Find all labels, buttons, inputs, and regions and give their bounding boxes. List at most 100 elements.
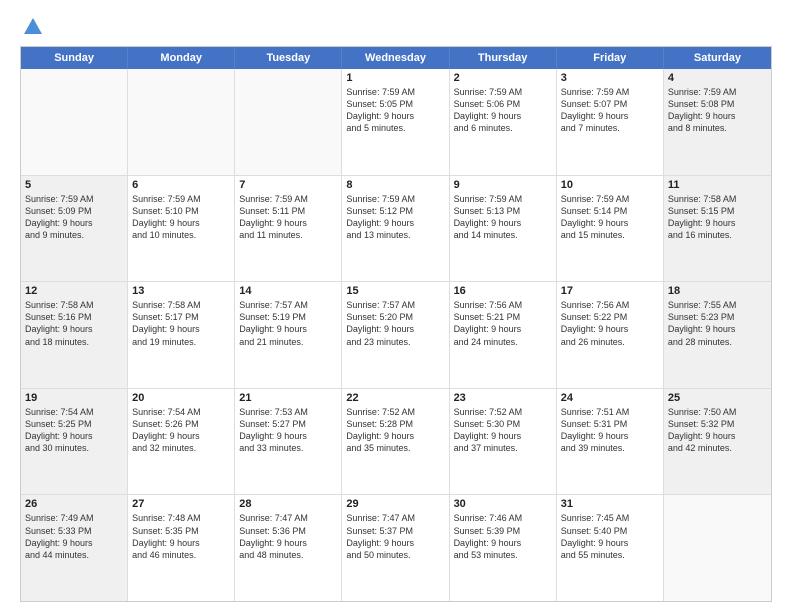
cell-info-line: Sunset: 5:40 PM xyxy=(561,525,659,537)
cell-info-line: Daylight: 9 hours xyxy=(132,217,230,229)
cell-info-line: and 5 minutes. xyxy=(346,122,444,134)
cell-info-line: Daylight: 9 hours xyxy=(25,217,123,229)
calendar-cell: 16Sunrise: 7:56 AMSunset: 5:21 PMDayligh… xyxy=(450,282,557,388)
calendar-cell: 21Sunrise: 7:53 AMSunset: 5:27 PMDayligh… xyxy=(235,389,342,495)
cell-info-line: Sunset: 5:12 PM xyxy=(346,205,444,217)
cell-info-line: Daylight: 9 hours xyxy=(454,217,552,229)
day-number: 13 xyxy=(132,285,230,297)
day-number: 19 xyxy=(25,392,123,404)
cell-info-line: and 39 minutes. xyxy=(561,442,659,454)
day-number: 23 xyxy=(454,392,552,404)
cell-info-line: Sunset: 5:17 PM xyxy=(132,311,230,323)
cell-info-line: and 53 minutes. xyxy=(454,549,552,561)
calendar-cell: 15Sunrise: 7:57 AMSunset: 5:20 PMDayligh… xyxy=(342,282,449,388)
calendar-header-cell: Monday xyxy=(128,47,235,69)
cell-info-line: Sunrise: 7:54 AM xyxy=(25,406,123,418)
calendar-cell: 1Sunrise: 7:59 AMSunset: 5:05 PMDaylight… xyxy=(342,69,449,175)
day-number: 18 xyxy=(668,285,767,297)
cell-info-line: Daylight: 9 hours xyxy=(346,430,444,442)
cell-info-line: Sunset: 5:19 PM xyxy=(239,311,337,323)
cell-info-line: Daylight: 9 hours xyxy=(561,430,659,442)
calendar-cell xyxy=(128,69,235,175)
calendar-cell: 31Sunrise: 7:45 AMSunset: 5:40 PMDayligh… xyxy=(557,495,664,601)
day-number: 7 xyxy=(239,179,337,191)
cell-info-line: Daylight: 9 hours xyxy=(561,110,659,122)
cell-info-line: Sunset: 5:37 PM xyxy=(346,525,444,537)
cell-info-line: Daylight: 9 hours xyxy=(239,217,337,229)
calendar-week-row: 19Sunrise: 7:54 AMSunset: 5:25 PMDayligh… xyxy=(21,389,771,496)
cell-info-line: and 15 minutes. xyxy=(561,229,659,241)
calendar-cell: 17Sunrise: 7:56 AMSunset: 5:22 PMDayligh… xyxy=(557,282,664,388)
cell-info-line: Daylight: 9 hours xyxy=(346,110,444,122)
cell-info-line: and 23 minutes. xyxy=(346,336,444,348)
cell-info-line: Sunset: 5:13 PM xyxy=(454,205,552,217)
cell-info-line: Sunrise: 7:51 AM xyxy=(561,406,659,418)
cell-info-line: Sunrise: 7:57 AM xyxy=(346,299,444,311)
day-number: 5 xyxy=(25,179,123,191)
day-number: 16 xyxy=(454,285,552,297)
day-number: 8 xyxy=(346,179,444,191)
cell-info-line: and 48 minutes. xyxy=(239,549,337,561)
calendar-cell xyxy=(664,495,771,601)
calendar-week-row: 1Sunrise: 7:59 AMSunset: 5:05 PMDaylight… xyxy=(21,69,771,176)
day-number: 4 xyxy=(668,72,767,84)
cell-info-line: and 35 minutes. xyxy=(346,442,444,454)
calendar-cell: 2Sunrise: 7:59 AMSunset: 5:06 PMDaylight… xyxy=(450,69,557,175)
cell-info-line: Daylight: 9 hours xyxy=(239,537,337,549)
cell-info-line: Sunset: 5:39 PM xyxy=(454,525,552,537)
cell-info-line: Sunrise: 7:58 AM xyxy=(668,193,767,205)
cell-info-line: Sunset: 5:09 PM xyxy=(25,205,123,217)
cell-info-line: Sunset: 5:32 PM xyxy=(668,418,767,430)
calendar-header-cell: Saturday xyxy=(664,47,771,69)
cell-info-line: and 14 minutes. xyxy=(454,229,552,241)
calendar-cell: 30Sunrise: 7:46 AMSunset: 5:39 PMDayligh… xyxy=(450,495,557,601)
calendar-cell xyxy=(21,69,128,175)
cell-info-line: Sunrise: 7:59 AM xyxy=(561,86,659,98)
cell-info-line: and 32 minutes. xyxy=(132,442,230,454)
day-number: 10 xyxy=(561,179,659,191)
cell-info-line: Sunrise: 7:52 AM xyxy=(454,406,552,418)
day-number: 21 xyxy=(239,392,337,404)
calendar-cell: 11Sunrise: 7:58 AMSunset: 5:15 PMDayligh… xyxy=(664,176,771,282)
cell-info-line: Sunset: 5:15 PM xyxy=(668,205,767,217)
cell-info-line: Sunrise: 7:59 AM xyxy=(132,193,230,205)
day-number: 9 xyxy=(454,179,552,191)
cell-info-line: Sunrise: 7:47 AM xyxy=(346,512,444,524)
calendar: SundayMondayTuesdayWednesdayThursdayFrid… xyxy=(20,46,772,602)
cell-info-line: Daylight: 9 hours xyxy=(346,217,444,229)
cell-info-line: Sunrise: 7:54 AM xyxy=(132,406,230,418)
cell-info-line: Daylight: 9 hours xyxy=(668,323,767,335)
cell-info-line: Sunrise: 7:58 AM xyxy=(25,299,123,311)
cell-info-line: Sunset: 5:11 PM xyxy=(239,205,337,217)
cell-info-line: and 9 minutes. xyxy=(25,229,123,241)
day-number: 22 xyxy=(346,392,444,404)
cell-info-line: Daylight: 9 hours xyxy=(668,110,767,122)
logo xyxy=(20,16,44,38)
cell-info-line: and 46 minutes. xyxy=(132,549,230,561)
cell-info-line: Sunset: 5:08 PM xyxy=(668,98,767,110)
day-number: 3 xyxy=(561,72,659,84)
cell-info-line: Daylight: 9 hours xyxy=(561,537,659,549)
cell-info-line: Sunrise: 7:59 AM xyxy=(239,193,337,205)
calendar-cell: 23 Sunrise: 7:52 AMSunset: 5:30 PMDayligh… xyxy=(450,389,557,495)
cell-info-line: Sunrise: 7:57 AM xyxy=(239,299,337,311)
day-number: 6 xyxy=(132,179,230,191)
cell-info-line: Sunrise: 7:50 AM xyxy=(668,406,767,418)
calendar-cell: 19Sunrise: 7:54 AMSunset: 5:25 PMDayligh… xyxy=(21,389,128,495)
cell-info-line: Sunset: 5:05 PM xyxy=(346,98,444,110)
cell-info-line: Daylight: 9 hours xyxy=(454,323,552,335)
cell-info-line: Daylight: 9 hours xyxy=(346,323,444,335)
cell-info-line: and 10 minutes. xyxy=(132,229,230,241)
calendar-cell: 18Sunrise: 7:55 AMSunset: 5:23 PMDayligh… xyxy=(664,282,771,388)
cell-info-line: Sunrise: 7:59 AM xyxy=(668,86,767,98)
calendar-cell: 26Sunrise: 7:49 AMSunset: 5:33 PMDayligh… xyxy=(21,495,128,601)
cell-info-line: and 13 minutes. xyxy=(346,229,444,241)
cell-info-line: Sunrise: 7:59 AM xyxy=(561,193,659,205)
cell-info-line: Sunset: 5:22 PM xyxy=(561,311,659,323)
calendar-cell: 7 Sunrise: 7:59 AMSunset: 5:11 PMDaylight… xyxy=(235,176,342,282)
cell-info-line: Daylight: 9 hours xyxy=(668,430,767,442)
cell-info-line: Sunrise: 7:56 AM xyxy=(561,299,659,311)
cell-info-line: Daylight: 9 hours xyxy=(454,430,552,442)
cell-info-line: Sunset: 5:30 PM xyxy=(454,418,552,430)
cell-info-line: Daylight: 9 hours xyxy=(561,217,659,229)
